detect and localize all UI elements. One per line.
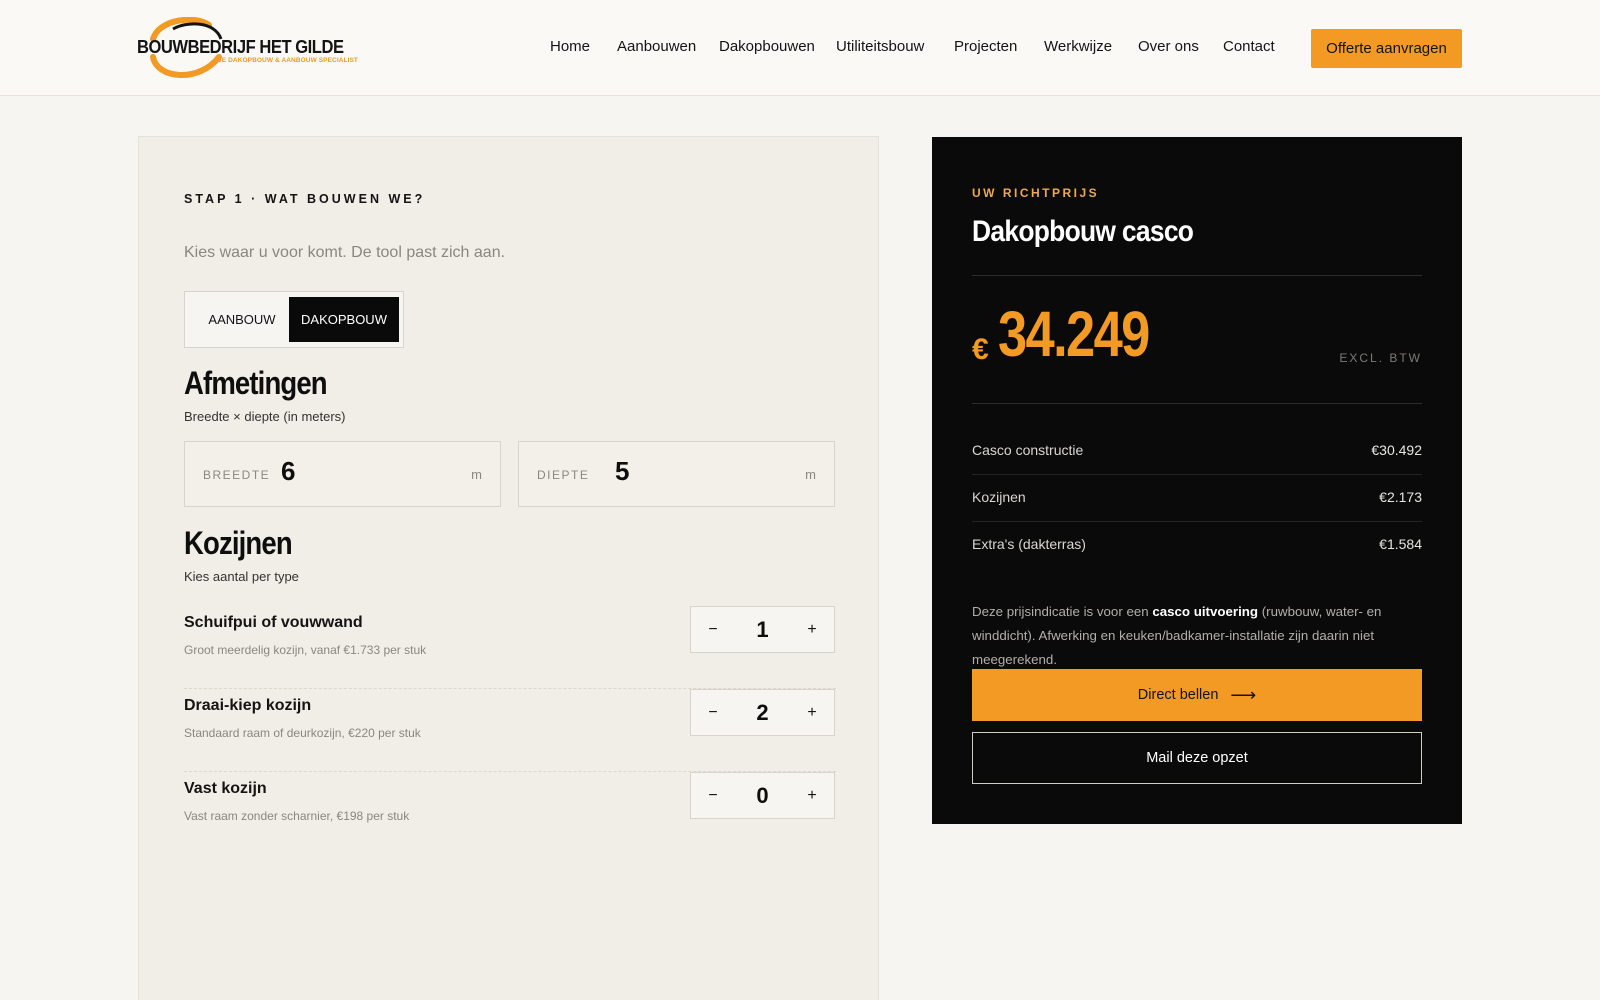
intro-text: Kies waar u voor komt. De tool past zich…: [184, 244, 506, 261]
nav-item-over-ons[interactable]: Over ons: [1138, 38, 1199, 55]
width-value[interactable]: 6: [281, 456, 295, 487]
frame-desc: Vast raam zonder scharnier, €198 per stu…: [184, 809, 410, 823]
frames-title: Kozijnen: [184, 525, 293, 561]
type-option-aanbouw[interactable]: AANBOUW: [190, 297, 294, 342]
build-type-toggle: AANBOUW DAKOPBOUW: [184, 291, 404, 348]
step-heading: STAP 1 · WAT BOUWEN WE?: [184, 192, 426, 206]
nav-item-home[interactable]: Home: [550, 38, 590, 55]
dimensions-title: Afmetingen: [184, 365, 328, 401]
frame-name: Vast kozijn: [184, 780, 267, 797]
line-label: Kozijnen: [972, 489, 1026, 505]
quantity-stepper: − 1 +: [690, 606, 835, 653]
frame-row-draai-kiep: Draai-kiep kozijn Standaard raam of deur…: [184, 689, 836, 772]
quantity-value: 1: [756, 616, 769, 642]
line-label: Extra's (dakterras): [972, 536, 1086, 552]
nav-item-dakopbouwen[interactable]: Dakopbouwen: [719, 38, 815, 55]
vat-note: EXCL. BTW: [1339, 351, 1422, 365]
increment-button[interactable]: +: [790, 607, 834, 652]
quantity-value: 0: [756, 782, 769, 808]
frame-desc: Groot meerdelig kozijn, vanaf €1.733 per…: [184, 643, 427, 657]
line-value: €2.173: [1379, 489, 1422, 505]
frame-row-vast: Vast kozijn Vast raam zonder scharnier, …: [184, 772, 836, 855]
depth-label: DIEPTE: [537, 468, 590, 482]
depth-value[interactable]: 5: [615, 456, 629, 487]
request-quote-button[interactable]: Offerte aanvragen: [1311, 29, 1462, 68]
price-panel: UW RICHTPRIJS Dakopbouw casco € 34.249 E…: [932, 137, 1462, 824]
line-label: Casco constructie: [972, 442, 1084, 458]
line-value: €1.584: [1379, 536, 1422, 552]
price-eyebrow: UW RICHTPRIJS: [972, 186, 1100, 200]
decrement-button[interactable]: −: [691, 690, 735, 735]
configurator-panel: STAP 1 · WAT BOUWEN WE? Kies waar u voor…: [138, 136, 879, 1000]
price-line-extras: Extra's (dakterras) €1.584: [972, 522, 1422, 569]
increment-button[interactable]: +: [790, 773, 834, 818]
depth-field[interactable]: DIEPTE 5 m: [518, 441, 835, 507]
decrement-button[interactable]: −: [691, 773, 735, 818]
nav-item-contact[interactable]: Contact: [1223, 38, 1275, 55]
line-value: €30.492: [1371, 442, 1422, 458]
price-line-kozijnen: Kozijnen €2.173: [972, 475, 1422, 522]
width-label: BREEDTE: [203, 468, 271, 482]
arrow-right-icon: ⟶: [1230, 684, 1257, 705]
price-title: Dakopbouw casco: [972, 215, 1194, 248]
site-header: BOUWBEDRIJF HET GILDE DE DAKOPBOUW & AAN…: [0, 0, 1600, 96]
dimensions-subtitle: Breedte × diepte (in meters): [184, 409, 346, 424]
brand-name: BOUWBEDRIJF HET GILDE: [137, 37, 344, 57]
type-option-dakopbouw[interactable]: DAKOPBOUW: [289, 297, 399, 342]
nav-item-projecten[interactable]: Projecten: [954, 38, 1017, 55]
divider: [972, 275, 1422, 276]
price-amount: 34.249: [998, 298, 1150, 370]
quantity-stepper: − 2 +: [690, 689, 835, 736]
brand-tagline: DE DAKOPBOUW & AANBOUW SPECIALIST: [217, 57, 359, 64]
mail-setup-button[interactable]: Mail deze opzet: [972, 732, 1422, 784]
frame-name: Draai-kiep kozijn: [184, 697, 312, 714]
quantity-value: 2: [756, 699, 769, 725]
frames-subtitle: Kies aantal per type: [184, 569, 299, 584]
currency-symbol: €: [972, 333, 989, 366]
decrement-button[interactable]: −: [691, 607, 735, 652]
nav-item-werkwijze[interactable]: Werkwijze: [1044, 38, 1112, 55]
divider: [972, 403, 1422, 404]
quantity-stepper: − 0 +: [690, 772, 835, 819]
increment-button[interactable]: +: [790, 690, 834, 735]
nav-item-aanbouwen[interactable]: Aanbouwen: [617, 38, 696, 55]
call-now-button[interactable]: Direct bellen ⟶: [972, 669, 1422, 721]
nav-item-utiliteitsbouw[interactable]: Utiliteitsbouw: [836, 38, 924, 55]
call-label: Direct bellen: [1137, 687, 1219, 703]
disclaimer-emphasis: casco uitvoering: [1152, 604, 1259, 619]
width-unit: m: [471, 467, 482, 482]
price-disclaimer: Deze prijsindicatie is voor een casco ui…: [972, 604, 1382, 667]
depth-unit: m: [805, 467, 816, 482]
width-field[interactable]: BREEDTE 6 m: [184, 441, 501, 507]
price-line-casco: Casco constructie €30.492: [972, 428, 1422, 475]
frame-name: Schuifpui of vouwwand: [184, 614, 363, 631]
frame-desc: Standaard raam of deurkozijn, €220 per s…: [184, 726, 421, 740]
frame-row-schuifpui: Schuifpui of vouwwand Groot meerdelig ko…: [184, 606, 836, 689]
brand-logo[interactable]: BOUWBEDRIJF HET GILDE DE DAKOPBOUW & AAN…: [137, 17, 358, 79]
